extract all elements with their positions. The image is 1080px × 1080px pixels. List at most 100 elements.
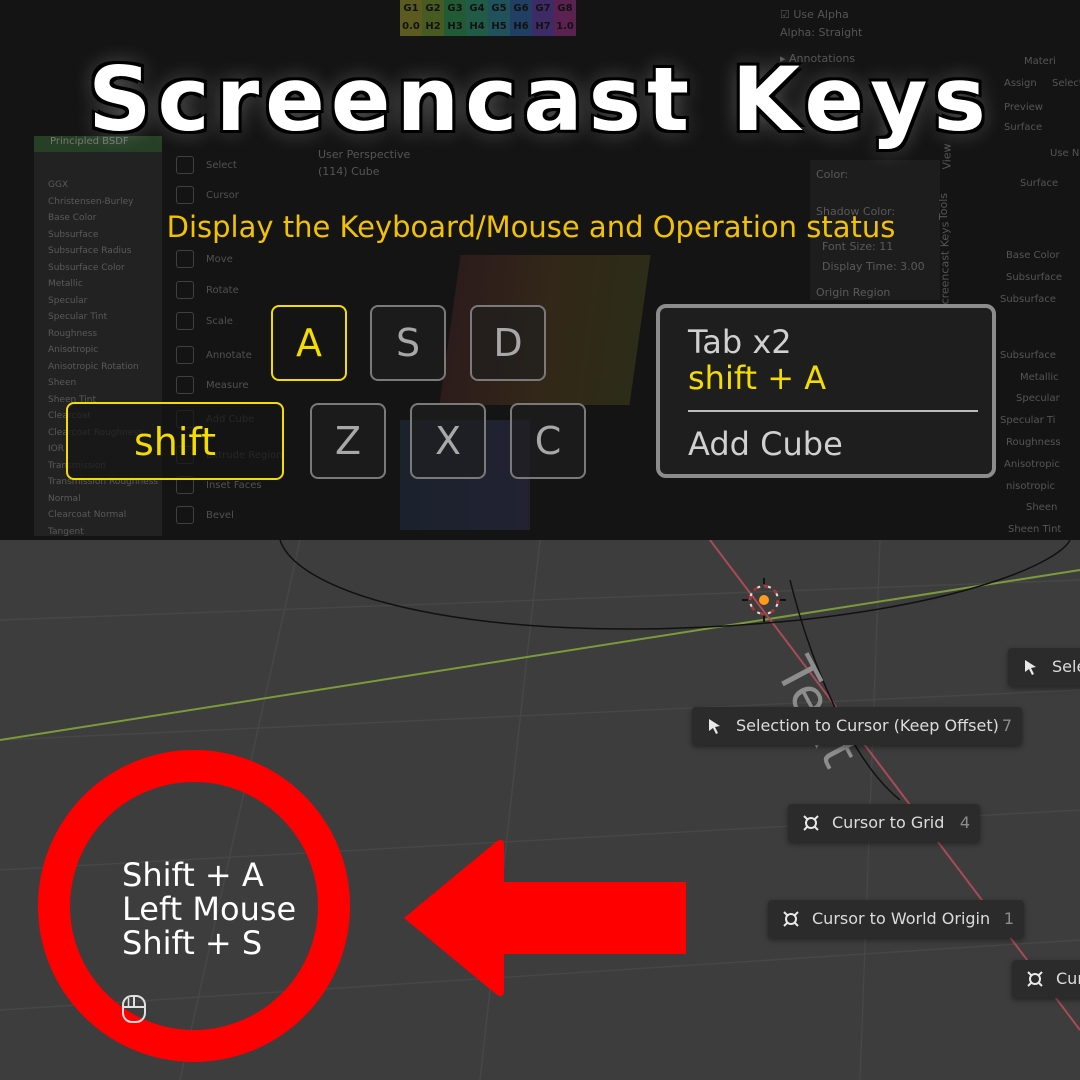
material-prop: Sheen Tint — [1008, 524, 1062, 535]
grid-cell: H3 — [444, 18, 466, 36]
use-alpha-checkbox: ☑ Use Alpha — [780, 8, 849, 21]
grid-cell: G7 — [532, 0, 554, 18]
status-line-tab: Tab x2 — [688, 323, 792, 361]
node-row: Christensen-Burley — [48, 196, 134, 207]
tool-icon — [176, 186, 194, 204]
overlay-line-shift-a: Shift + A — [122, 856, 264, 894]
material-prop: Metallic — [1020, 372, 1059, 383]
node-row: Sheen — [48, 378, 77, 388]
tool-label: Scale — [206, 316, 233, 327]
tool-measure[interactable]: Measure — [176, 376, 249, 394]
tool-label: Rotate — [206, 285, 239, 296]
menu-item-select-partial[interactable]: Sele — [1008, 648, 1080, 686]
tool-label: Inset Faces — [206, 480, 262, 491]
key-d: D — [470, 305, 546, 381]
node-row: Specular Tint — [48, 312, 108, 322]
tool-scale[interactable]: Scale — [176, 312, 233, 330]
overlay-line-shift-s: Shift + S — [122, 924, 263, 962]
tool-label: Cursor — [206, 190, 239, 201]
tool-label: Bevel — [206, 510, 234, 521]
grid-cell: 0.0 — [400, 18, 422, 36]
material-prop: Subsurface — [1000, 294, 1056, 305]
node-row: Anisotropic — [48, 345, 99, 355]
grid-cell: 1.0 — [554, 18, 576, 36]
tool-annotate[interactable]: Annotate — [176, 346, 252, 364]
tool-icon — [176, 506, 194, 524]
tool-bevel[interactable]: Bevel — [176, 506, 234, 524]
node-row: IOR — [48, 444, 64, 454]
grid-cell: G3 — [444, 0, 466, 18]
node-row: Normal — [48, 493, 81, 504]
tool-move[interactable]: Move — [176, 250, 233, 268]
key-z: Z — [310, 403, 386, 479]
material-prop: Roughness — [1006, 437, 1061, 448]
node-row: Specular — [48, 295, 88, 306]
screencast-overlay-status: Shift + A Left Mouse Shift + S — [122, 858, 296, 960]
material-prop: Specular — [1016, 393, 1060, 404]
page-title: Screencast Keys — [88, 48, 992, 151]
tool-icon — [176, 312, 194, 330]
tool-label: Annotate — [206, 350, 252, 361]
arrow-left-icon — [404, 839, 686, 997]
material-prop: Sheen — [1026, 502, 1058, 513]
tool-icon — [176, 250, 194, 268]
menu-item-cursor-to-grid[interactable]: Cursor to Grid 4 — [788, 804, 980, 842]
key-x: X — [410, 403, 486, 479]
3d-cursor-icon — [1027, 971, 1043, 987]
key-c: C — [510, 403, 586, 479]
grid-cell: G5 — [488, 0, 510, 18]
status-line-shift-a: shift + A — [688, 359, 827, 397]
material-prop: Anisotropic — [1004, 459, 1060, 470]
node-row: Anisotropic Rotation — [48, 361, 139, 372]
page-subtitle: Display the Keyboard/Mouse and Operation… — [166, 210, 896, 244]
grid-cell: H2 — [422, 18, 444, 36]
node-row: Subsurface Color — [48, 262, 125, 273]
3d-cursor-icon — [783, 911, 799, 927]
blender-viewport[interactable]: Text Sele Selection to Cursor (Keep Offs… — [0, 540, 1080, 1080]
color-grid: G1 G2 G3 G4 G5 G6 G7 G8 0.0 H2 H3 H4 H5 H6 H7 1.0 — [400, 0, 576, 36]
grid-cell: G8 — [554, 0, 576, 18]
material-prop: Base Color — [1006, 250, 1060, 261]
tool-label: Measure — [206, 380, 249, 391]
menu-item-cursor-to-world-origin[interactable]: Cursor to World Origin 1 — [768, 900, 1024, 938]
cursor-arrow-icon — [1025, 660, 1036, 675]
menu-item-cursor-partial[interactable]: Cur — [1012, 960, 1080, 998]
node-row: Tangent — [48, 526, 84, 537]
status-divider — [688, 410, 978, 412]
grid-cell: G4 — [466, 0, 488, 18]
origin-prop: Origin Region — [816, 286, 891, 299]
key-a: A — [271, 305, 347, 381]
tool-icon — [176, 281, 194, 299]
material-prop: Surface — [1020, 178, 1059, 189]
menu-item-selection-to-cursor-keep-offset[interactable]: Selection to Cursor (Keep Offset) 7 — [692, 707, 1022, 745]
tool-icon — [176, 156, 194, 174]
tool-label: Move — [206, 254, 233, 265]
grid-cell: H4 — [466, 18, 488, 36]
tool-select[interactable]: Select — [176, 156, 237, 174]
tool-label: Select — [206, 160, 237, 171]
key-s: S — [370, 305, 446, 381]
alpha-label: Alpha: Straight — [780, 26, 863, 39]
grid-cell: G2 — [422, 0, 444, 18]
3d-cursor-icon — [803, 815, 819, 831]
color-prop: Color: — [816, 168, 849, 181]
grid-cell: G1 — [400, 0, 422, 18]
grid-cell: G6 — [510, 0, 532, 18]
key-shift: shift — [66, 402, 284, 480]
mouse-icon — [122, 995, 146, 1023]
display-time-prop: Display Time: 3.00 — [822, 260, 925, 273]
status-line-operation: Add Cube — [688, 425, 843, 463]
material-prop: nisotropic — [1006, 481, 1055, 492]
operation-status-box: Tab x2 shift + A Add Cube — [656, 304, 996, 478]
material-prop: Subsurface — [1000, 350, 1056, 361]
tool-rotate[interactable]: Rotate — [176, 281, 239, 299]
node-row: Metallic — [48, 279, 83, 289]
node-row: GGX — [48, 180, 69, 190]
tool-cursor[interactable]: Cursor — [176, 186, 239, 204]
viewport-info-object: (114) Cube — [318, 165, 380, 178]
cursor-arrow-icon — [709, 719, 720, 734]
node-row: Roughness — [48, 328, 98, 339]
material-prop: Subsurface — [1006, 272, 1062, 283]
tool-icon — [176, 376, 194, 394]
screencast-keys-banner: G1 G2 G3 G4 G5 G6 G7 G8 0.0 H2 H3 H4 H5 H6 H7 1.0 Prin… — [0, 0, 1080, 540]
